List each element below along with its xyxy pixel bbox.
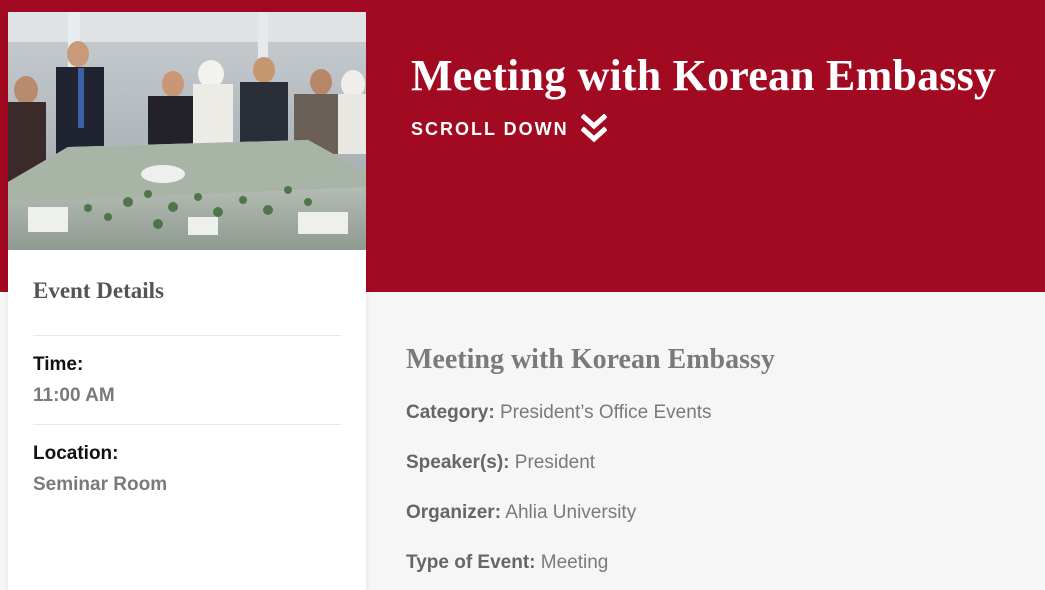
event-type-value: Meeting bbox=[540, 552, 609, 573]
category-label: Category: bbox=[406, 402, 495, 423]
divider bbox=[33, 424, 341, 425]
event-info-title: Meeting with Korean Embassy bbox=[406, 344, 775, 375]
category-row: Category: President’s Office Events bbox=[406, 402, 712, 424]
speaker-row: Speaker(s): President bbox=[406, 452, 595, 474]
organizer-label: Organizer: bbox=[406, 502, 502, 523]
divider bbox=[33, 335, 341, 336]
scroll-down-button[interactable]: SCROLL DOWN bbox=[411, 114, 607, 144]
event-details-heading: Event Details bbox=[33, 278, 164, 303]
event-photo bbox=[8, 12, 366, 250]
event-type-row: Type of Event: Meeting bbox=[406, 552, 608, 574]
organizer-value: Ahlia University bbox=[505, 502, 637, 523]
scroll-down-label: SCROLL DOWN bbox=[411, 118, 569, 139]
speaker-label: Speaker(s): bbox=[406, 452, 510, 473]
time-label: Time: bbox=[33, 354, 84, 375]
double-chevron-down-icon bbox=[580, 114, 607, 144]
location-value: Seminar Room bbox=[33, 474, 168, 495]
event-details-card: Event Details Time: 11:00 AM Location: S… bbox=[8, 12, 366, 590]
time-value: 11:00 AM bbox=[33, 385, 115, 406]
category-value: President’s Office Events bbox=[499, 402, 712, 423]
location-label: Location: bbox=[33, 443, 119, 464]
page-title: Meeting with Korean Embassy bbox=[411, 51, 997, 100]
event-type-label: Type of Event: bbox=[406, 552, 536, 573]
organizer-row: Organizer: Ahlia University bbox=[406, 502, 636, 524]
speaker-value: President bbox=[514, 452, 596, 473]
